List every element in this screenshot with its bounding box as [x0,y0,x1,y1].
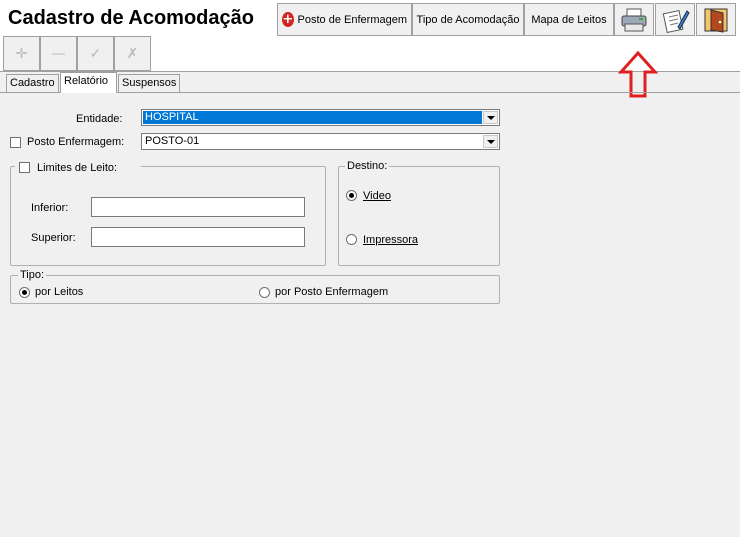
tipo-group [10,275,500,304]
tipo-leitos-label[interactable]: por Leitos [35,286,83,298]
exit-door-icon [704,8,728,33]
tab-suspensos[interactable]: Suspensos [118,74,180,92]
cancel-icon: ✗ [126,45,139,62]
exit-button[interactable] [696,3,736,36]
destino-label: Destino: [345,160,390,172]
superior-label: Superior: [31,232,76,244]
plus-icon: ✛ [15,45,28,62]
new-record-button[interactable]: ✛ [3,36,40,71]
tipo-posto-radio[interactable] [259,287,270,298]
chevron-down-icon[interactable] [483,111,498,124]
edit-report-icon [662,9,690,33]
destino-impressora-radio[interactable] [346,234,357,245]
tipo-label: Tipo: [18,269,47,281]
tipo-posto-label[interactable]: por Posto Enfermagem [275,286,388,298]
limites-leito-label: Limites de Leito: [37,162,118,174]
entidade-select[interactable]: HOSPITAL [141,109,500,126]
posto-enfermagem-button[interactable]: + Posto de Enfermagem [277,3,412,36]
print-button[interactable] [614,3,654,36]
destino-group [338,166,500,266]
chevron-down-icon[interactable] [483,135,498,148]
destino-video-radio[interactable] [346,190,357,201]
posto-enfermagem-button-label: Posto de Enfermagem [297,13,407,26]
tab-relatorio-label: Relatório [64,75,109,87]
limites-leito-checkbox[interactable] [19,162,30,173]
tab-cadastro-label: Cadastro [10,77,55,89]
destino-impressora-label[interactable]: Impressora [363,234,418,246]
save-record-button[interactable]: ✓ [77,36,114,71]
tab-cadastro[interactable]: Cadastro [6,74,59,92]
destino-video-label[interactable]: Video [363,190,391,202]
entidade-label: Entidade: [76,113,123,125]
printer-icon [621,8,647,31]
tipo-acomodacao-button-label: Tipo de Acomodação [416,13,520,26]
tab-suspensos-label: Suspensos [122,77,177,89]
edit-report-button[interactable] [655,3,695,36]
delete-record-button[interactable]: — [40,36,77,71]
entidade-value: HOSPITAL [143,111,482,124]
posto-enfermagem-value: POSTO-01 [145,135,200,147]
minus-icon: — [51,45,66,62]
tipo-acomodacao-button[interactable]: Tipo de Acomodação [412,3,524,36]
mapa-leitos-button[interactable]: Mapa de Leitos [524,3,614,36]
posto-enfermagem-checkbox[interactable] [10,137,21,148]
check-icon: ✓ [89,45,102,62]
tipo-leitos-radio[interactable] [19,287,30,298]
page-title: Cadastro de Acomodação [8,7,254,29]
cancel-record-button[interactable]: ✗ [114,36,151,71]
posto-enfermagem-label: Posto Enfermagem: [27,136,125,148]
mapa-leitos-button-label: Mapa de Leitos [531,13,607,26]
inferior-label: Inferior: [31,202,69,214]
posto-enfermagem-select[interactable]: POSTO-01 [141,133,500,150]
tab-relatorio[interactable]: Relatório [60,72,117,93]
inferior-input[interactable] [91,197,305,217]
superior-input[interactable] [91,227,305,247]
add-icon: + [282,12,294,27]
